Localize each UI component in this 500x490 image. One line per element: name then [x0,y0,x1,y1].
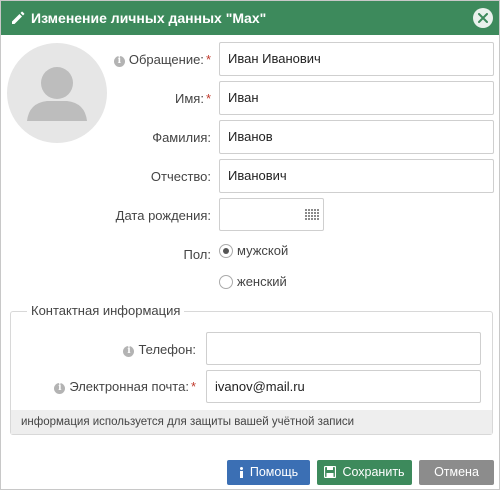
gender-option-male[interactable]: мужской [219,243,288,258]
help-button[interactable]: Помощь [227,460,310,485]
radio-checked[interactable] [219,244,233,258]
contacts-legend: Контактная информация [27,303,185,318]
floppy-disk-icon [324,462,337,487]
required-mark: * [190,379,196,394]
save-button[interactable]: Сохранить [317,460,412,485]
required-mark: * [205,52,211,67]
last-name-input[interactable]: Иванов [219,120,494,154]
salutation-label: i Обращение: * [113,52,211,67]
cancel-button[interactable]: Отмена [419,460,494,485]
birth-date-input[interactable] [219,198,324,231]
info-icon [239,462,244,487]
required-mark: * [205,91,211,106]
radio-unchecked[interactable] [219,275,233,289]
close-icon [478,13,488,23]
info-icon[interactable]: i [123,346,135,357]
middle-name-input[interactable]: Иванович [219,159,494,193]
middle-name-label: Отчество: [150,169,211,184]
close-button[interactable] [473,8,493,28]
gender-label: Пол: [183,247,212,262]
pencil-icon [12,11,25,24]
dialog-titlebar: Изменение личных данных "Max" [1,1,499,35]
last-name-label: Фамилия: [152,130,211,145]
email-input[interactable]: ivanov@mail.ru [206,370,481,403]
salutation-input[interactable]: Иван Иванович [219,42,494,76]
email-label: i Электронная почта: * [54,379,196,394]
first-name-input[interactable]: Иван [219,81,494,115]
first-name-label: Имя: * [175,91,211,106]
info-icon[interactable]: i [54,383,66,394]
dialog-title: Изменение личных данных "Max" [31,10,267,26]
edit-personal-data-dialog: Изменение личных данных "Max" i Обращение… [0,0,500,490]
contacts-hint: информация используется для защиты вашей… [11,410,492,434]
calendar-icon[interactable] [305,209,319,221]
info-icon[interactable]: i [113,56,125,67]
user-silhouette-icon [27,67,87,121]
phone-label: i Телефон: [123,342,196,357]
gender-option-female[interactable]: женский [219,274,287,289]
phone-input[interactable] [206,332,481,365]
birth-date-label: Дата рождения: [115,208,211,223]
avatar [7,43,107,143]
contacts-fieldset: Контактная информация i Телефон: i Электро… [10,303,493,435]
